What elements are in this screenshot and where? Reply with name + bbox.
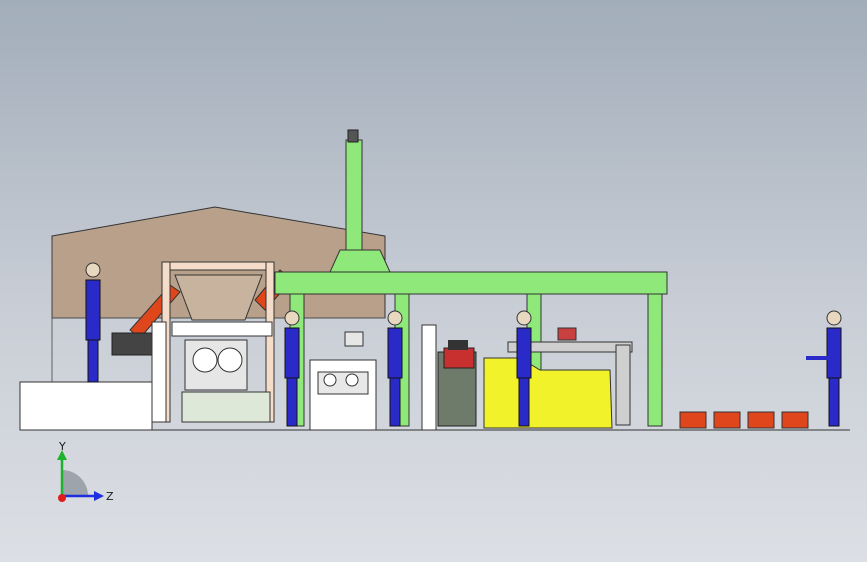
- worker-4: [516, 310, 532, 427]
- coordinate-triad: Y Z: [57, 440, 114, 503]
- worker-1: [85, 262, 101, 383]
- triad-quadrant: [62, 470, 88, 496]
- z-axis-arrow: [94, 491, 104, 501]
- worker-3: [387, 310, 403, 427]
- x-axis-dot: [58, 494, 66, 502]
- left-base-platform: [19, 381, 153, 431]
- cad-model-viewport[interactable]: [0, 0, 867, 562]
- product-blocks: [679, 411, 809, 429]
- yellow-machine: [483, 327, 633, 429]
- y-axis-label: Y: [58, 440, 66, 453]
- worker-2: [284, 310, 300, 427]
- mid-processing-machine: [309, 324, 437, 431]
- hopper-frame: [151, 261, 275, 423]
- worker-5: [806, 310, 842, 427]
- red-control-unit: [437, 340, 477, 427]
- z-axis-label: Z: [106, 490, 114, 503]
